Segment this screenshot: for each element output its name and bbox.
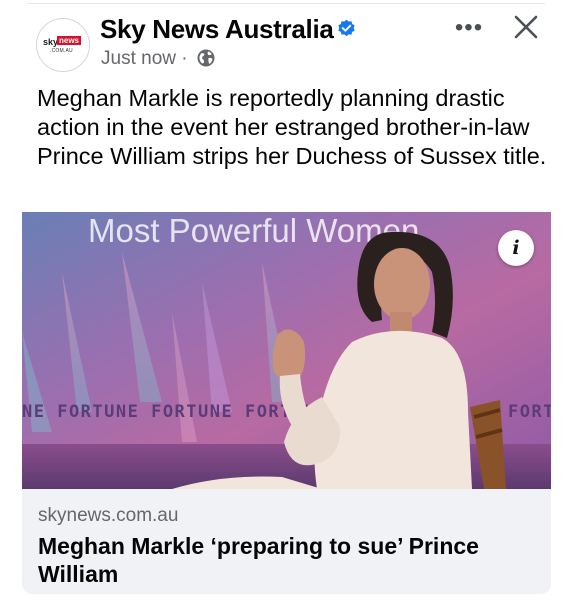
link-domain: skynews.com.au [38,505,179,526]
post-text: Meghan Markle is reportedly planning dra… [37,85,547,169]
backdrop-banner-right: FORTU [508,402,551,422]
backdrop-banner: NE FORTUNE FORTUNE FORTUNE [22,402,327,422]
post-photo[interactable]: Most Powerful Women NE FORTUNE FORTUNE F… [22,212,551,489]
close-icon[interactable] [511,12,541,42]
page-name-link[interactable]: Sky News Australia [100,14,334,45]
meta-separator: · [181,48,188,69]
globe-icon [197,49,215,67]
link-headline[interactable]: Meghan Markle ‘preparing to sue’ Prince … [38,532,538,588]
avatar-logo-sky: sky [43,37,59,47]
avatar-logo-news: news [57,36,82,45]
page-avatar[interactable]: sky news .COM.AU [36,18,90,72]
info-button[interactable]: i [498,230,534,266]
link-preview-card[interactable]: skynews.com.au Meghan Markle ‘preparing … [22,489,551,594]
more-options-button[interactable]: ••• [454,16,484,40]
avatar-logo-sub: .COM.AU [50,48,73,54]
post-meta: Just now · [101,48,188,70]
verified-badge-icon [338,19,355,37]
post-header: sky news .COM.AU Sky News Australia Just… [0,0,573,84]
post-timestamp[interactable]: Just now [101,48,176,69]
